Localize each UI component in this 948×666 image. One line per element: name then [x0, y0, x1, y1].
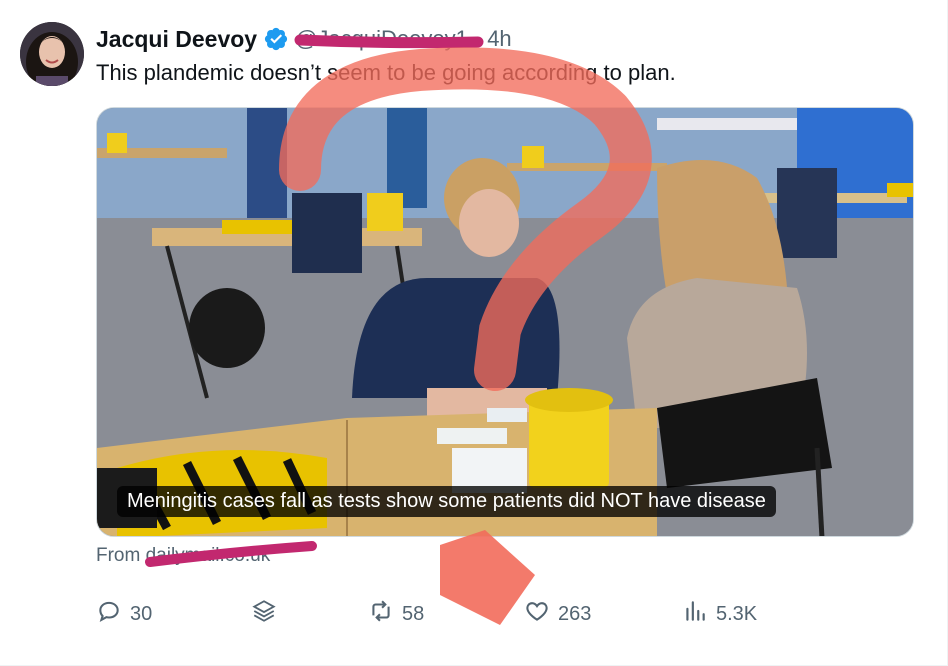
like-count: 263 [558, 602, 592, 625]
avatar[interactable] [20, 22, 84, 86]
repost-icon [368, 598, 394, 630]
layers-icon [251, 598, 277, 630]
tweet-card[interactable]: Jacqui Deevoy @JacquiDeevoy1 · 4h This p… [0, 0, 948, 666]
heart-icon [524, 598, 550, 630]
timestamp-separator: · [473, 26, 482, 51]
reply-count: 30 [130, 602, 153, 625]
view-count: 5.3K [716, 602, 758, 625]
link-card-headline[interactable]: Meningitis cases fall as tests show some… [117, 486, 776, 517]
views-button[interactable]: 5.3K [682, 598, 757, 630]
stack-button[interactable] [251, 598, 277, 630]
reply-icon [96, 598, 122, 630]
author-handle[interactable]: @JacquiDeevoy1 [295, 26, 468, 52]
tweet-text: This plandemic doesn’t seem to be going … [96, 60, 676, 85]
like-button[interactable]: 263 [524, 598, 591, 630]
tweet-header: Jacqui Deevoy @JacquiDeevoy1 · 4h [96, 24, 512, 54]
link-source[interactable]: From dailymail.co.uk [96, 545, 270, 567]
analytics-icon [682, 598, 708, 630]
avatar-image [20, 22, 84, 86]
vaccination-room-photo [97, 108, 913, 536]
reply-button[interactable]: 30 [96, 598, 152, 630]
tweet-photo[interactable]: Meningitis cases fall as tests show some… [96, 107, 914, 537]
action-bar: 30 58 263 5.3K [96, 598, 776, 634]
author-name[interactable]: Jacqui Deevoy [96, 26, 257, 53]
timestamp[interactable]: 4h [487, 26, 511, 52]
verified-badge-icon [263, 26, 289, 52]
repost-count: 58 [402, 602, 425, 625]
repost-button[interactable]: 58 [368, 598, 424, 630]
